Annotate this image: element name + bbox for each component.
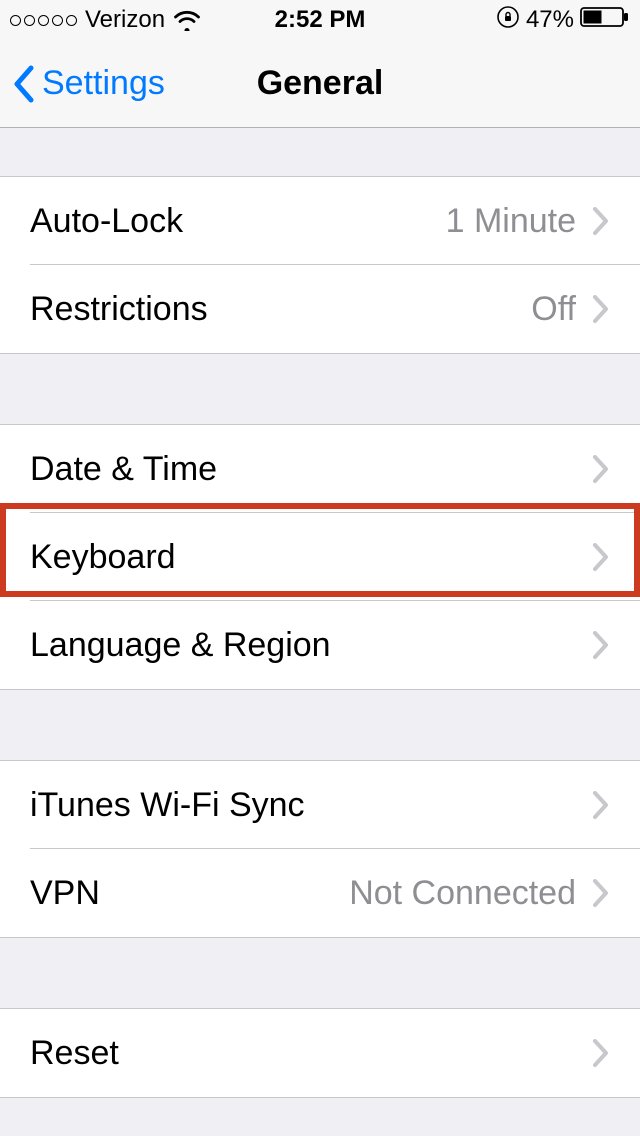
chevron-right-icon — [592, 294, 610, 324]
status-right: 47% — [496, 5, 630, 35]
chevron-right-icon — [592, 454, 610, 484]
nav-header: Settings General — [0, 40, 640, 128]
row-label: iTunes Wi-Fi Sync — [30, 786, 576, 825]
back-label: Settings — [42, 64, 165, 103]
row-reset[interactable]: Reset — [0, 1009, 640, 1097]
section-gap — [0, 128, 640, 176]
list-group-sync: iTunes Wi-Fi Sync VPN Not Connected — [0, 760, 640, 938]
row-label: Auto-Lock — [30, 202, 446, 241]
row-vpn[interactable]: VPN Not Connected — [0, 849, 640, 937]
section-gap — [0, 690, 640, 760]
battery-percentage: 47% — [526, 6, 574, 34]
row-label: Date & Time — [30, 450, 576, 489]
section-gap — [0, 354, 640, 424]
row-language-region[interactable]: Language & Region — [0, 601, 640, 689]
row-date-time[interactable]: Date & Time — [0, 425, 640, 513]
row-label: Keyboard — [30, 538, 576, 577]
row-label: Reset — [30, 1034, 576, 1073]
battery-icon — [580, 6, 630, 35]
row-label: VPN — [30, 874, 349, 913]
section-gap — [0, 938, 640, 1008]
list-group-reset: Reset — [0, 1008, 640, 1098]
row-value: 1 Minute — [446, 202, 576, 241]
orientation-lock-icon — [496, 5, 520, 35]
chevron-right-icon — [592, 878, 610, 908]
chevron-right-icon — [592, 790, 610, 820]
row-label: Language & Region — [30, 626, 576, 665]
chevron-right-icon — [592, 206, 610, 236]
chevron-left-icon — [12, 64, 36, 104]
row-keyboard[interactable]: Keyboard — [0, 513, 640, 601]
status-bar: Verizon 2:52 PM 47% — [0, 0, 640, 40]
list-group-lock: Auto-Lock 1 Minute Restrictions Off — [0, 176, 640, 354]
status-left: Verizon — [10, 6, 201, 34]
row-itunes-wifi-sync[interactable]: iTunes Wi-Fi Sync — [0, 761, 640, 849]
row-label: Restrictions — [30, 290, 531, 329]
row-value: Off — [531, 290, 576, 329]
chevron-right-icon — [592, 1038, 610, 1068]
row-restrictions[interactable]: Restrictions Off — [0, 265, 640, 353]
status-time: 2:52 PM — [275, 6, 366, 34]
row-value: Not Connected — [349, 874, 576, 913]
chevron-right-icon — [592, 630, 610, 660]
list-group-datetime: Date & Time Keyboard Language & Region — [0, 424, 640, 690]
back-button[interactable]: Settings — [0, 40, 165, 127]
wifi-icon — [173, 9, 201, 31]
page-title: General — [257, 64, 384, 103]
chevron-right-icon — [592, 542, 610, 572]
carrier-label: Verizon — [85, 6, 165, 34]
signal-strength-icon — [10, 15, 77, 26]
row-auto-lock[interactable]: Auto-Lock 1 Minute — [0, 177, 640, 265]
